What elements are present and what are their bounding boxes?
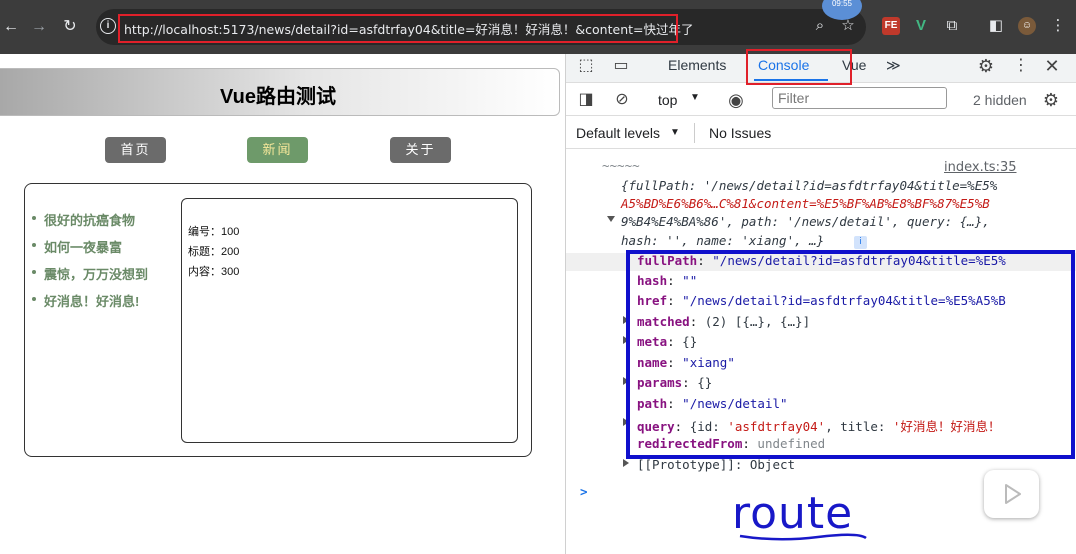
- expand-prototype-icon[interactable]: [623, 459, 629, 467]
- log-summary-line-1: {fullPath: '/news/detail?id=asfdtrfay04&…: [621, 178, 998, 193]
- floating-play-button[interactable]: [984, 470, 1039, 518]
- extensions-puzzle-icon[interactable]: ⧉: [942, 16, 962, 36]
- news-list: 很好的抗癌食物 如何一夜暴富 震惊，万万没想到 好消息！好消息!: [32, 210, 148, 318]
- site-info-icon[interactable]: i: [100, 18, 116, 34]
- browser-toolbar: ← → ↻ i http://localhost:5173/news/detai…: [0, 0, 1076, 54]
- customize-menu-icon[interactable]: ⋮: [1011, 56, 1031, 76]
- console-highlight-box: [746, 49, 852, 85]
- hidden-count: 2 hidden: [973, 92, 1027, 108]
- divider: [694, 123, 695, 143]
- reload-icon[interactable]: ↻: [59, 16, 81, 38]
- log-summary-line-4: hash: '', name: 'xiang', …}: [621, 233, 825, 248]
- news-link-4[interactable]: 好消息！好消息!: [32, 291, 148, 318]
- detail-id: 编号：100: [188, 226, 240, 238]
- log-tilde: ~~~~~: [602, 158, 640, 173]
- back-arrow-icon[interactable]: ←: [0, 16, 22, 38]
- context-dropdown-icon[interactable]: ▼: [690, 92, 700, 103]
- vue-app-page: Vue路由测试 首页 新闻 关于 很好的抗癌食物 如何一夜暴富 震惊，万万没想到…: [0, 54, 565, 554]
- forward-arrow-icon[interactable]: →: [28, 16, 50, 38]
- console-filter-input[interactable]: Filter: [772, 87, 947, 109]
- detail-content: 内容：300: [188, 266, 240, 278]
- extension-vue-icon[interactable]: V: [912, 17, 930, 35]
- device-toolbar-icon[interactable]: ▭: [611, 56, 631, 76]
- clear-console-icon[interactable]: ⊘: [612, 90, 632, 110]
- close-devtools-icon[interactable]: ✕: [1042, 56, 1062, 76]
- play-icon: [1005, 484, 1021, 504]
- inspect-element-icon[interactable]: ⬚: [576, 56, 596, 76]
- default-levels-dropdown[interactable]: Default levels: [576, 125, 660, 141]
- info-badge-icon[interactable]: i: [854, 236, 867, 249]
- zoom-icon[interactable]: ⌕: [810, 16, 830, 36]
- bookmark-star-icon[interactable]: ☆: [838, 16, 858, 36]
- detail-title: 标题：200: [188, 246, 240, 258]
- console-toolbar: ◨ ⊘ top ▼ ◉ Filter 2 hidden ⚙: [566, 84, 1076, 116]
- live-expression-eye-icon[interactable]: ◉: [726, 90, 746, 110]
- browser-menu-icon[interactable]: ⋮: [1048, 16, 1068, 36]
- log-source-link[interactable]: index.ts:35: [944, 160, 1017, 175]
- more-tabs-button[interactable]: ≫: [886, 57, 901, 74]
- log-summary-line-3: 9%B4%E4%BA%86', path: '/news/detail', qu…: [621, 214, 990, 229]
- title-banner: Vue路由测试: [0, 68, 560, 116]
- news-link-1[interactable]: 很好的抗癌食物: [32, 210, 148, 237]
- log-summary-line-2: A5%BD%E6%B6%…C%81&content=%E5%BF%AB%E8%B…: [621, 196, 990, 211]
- prop-prototype[interactable]: [[Prototype]]: Object: [637, 457, 795, 472]
- levels-dropdown-icon[interactable]: ▼: [670, 127, 680, 138]
- expand-caret-icon[interactable]: [607, 216, 615, 222]
- issues-indicator: No Issues: [709, 125, 772, 141]
- url-highlight-box: [118, 14, 678, 43]
- tab-elements[interactable]: Elements: [668, 57, 726, 73]
- profile-avatar[interactable]: ☺: [1018, 17, 1036, 35]
- side-panel-icon[interactable]: ◧: [986, 16, 1006, 36]
- console-settings-icon[interactable]: ⚙: [1041, 90, 1061, 110]
- console-prompt[interactable]: >: [580, 484, 588, 499]
- nav-about-button[interactable]: 关于: [390, 137, 451, 163]
- news-link-2[interactable]: 如何一夜暴富: [32, 237, 148, 264]
- log-levels-row: Default levels ▼ No Issues: [566, 117, 1076, 149]
- page-title: Vue路由测试: [220, 86, 336, 108]
- handwriting-underline: [739, 533, 867, 541]
- nav-home-button[interactable]: 首页: [105, 137, 166, 163]
- route-object-highlight-box: [626, 250, 1075, 459]
- context-select[interactable]: top: [658, 92, 677, 108]
- news-link-3[interactable]: 震惊，万万没想到: [32, 264, 148, 291]
- settings-gear-icon[interactable]: ⚙: [976, 56, 996, 76]
- extension-fe-icon[interactable]: FE: [882, 17, 900, 35]
- nav-news-button[interactable]: 新闻: [247, 137, 308, 163]
- sidebar-toggle-icon[interactable]: ◨: [576, 90, 596, 110]
